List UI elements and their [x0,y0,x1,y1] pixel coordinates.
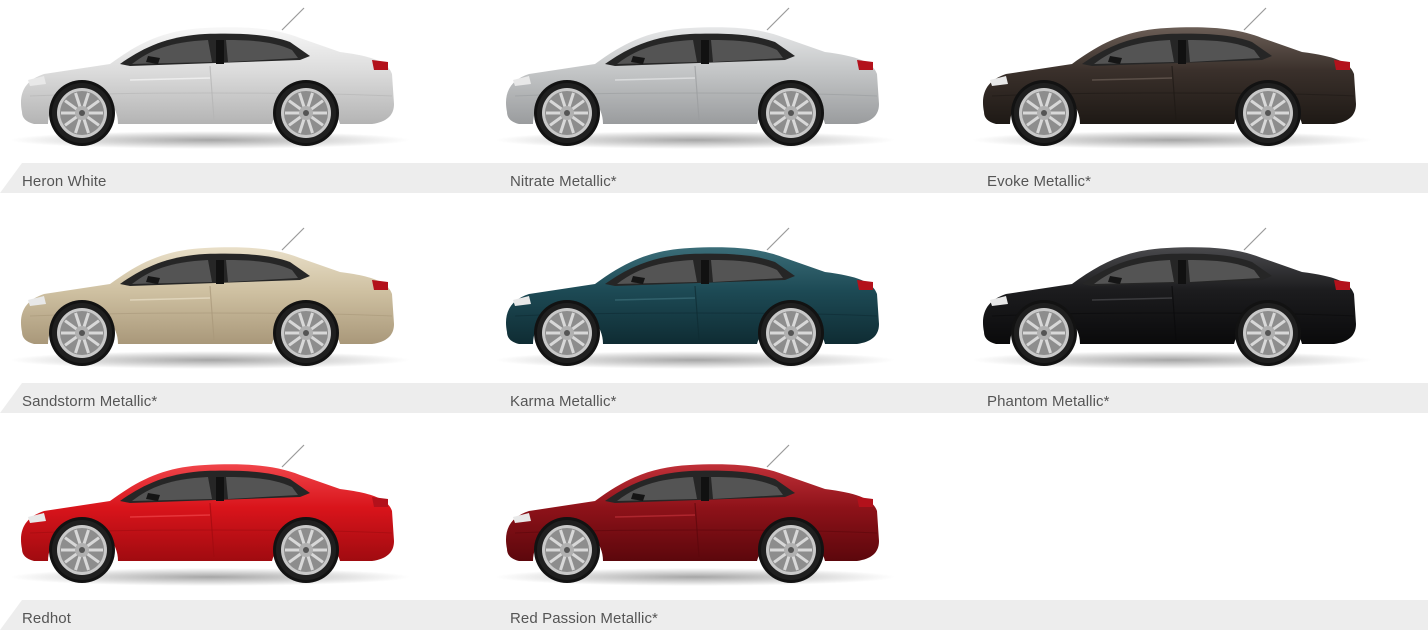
colour-name: Redhot [22,610,71,627]
colour-name: Heron White [22,173,107,190]
car-image [495,7,895,149]
car-image [972,227,1372,369]
wheel [758,80,824,146]
wheel [49,300,115,366]
wheel [1011,80,1077,146]
wheel [534,300,600,366]
wheel [1011,300,1077,366]
wheel [49,80,115,146]
car-image [10,227,410,369]
colour-swatch-evoke-metallic: Evoke Metallic* [962,0,1382,215]
colour-swatch-karma-metallic: Karma Metallic* [485,220,905,435]
wheel [758,517,824,583]
wheel [1235,80,1301,146]
colour-name: Sandstorm Metallic* [22,393,158,410]
colour-name: Evoke Metallic* [987,173,1092,190]
colour-range-page: Heron White Nitrate Metallic* Evoke Meta… [0,0,1428,630]
car-image [495,227,895,369]
wheel [534,517,600,583]
wheel [273,300,339,366]
colour-swatch-sandstorm-metallic: Sandstorm Metallic* [0,220,420,435]
car-image [10,7,410,149]
wheel [49,517,115,583]
colour-swatch-heron-white: Heron White [0,0,420,215]
colour-name: Karma Metallic* [510,393,617,410]
colour-name: Phantom Metallic* [987,393,1110,410]
colour-swatch-phantom-metallic: Phantom Metallic* [962,220,1382,435]
colour-name: Red Passion Metallic* [510,610,658,627]
wheel [534,80,600,146]
colour-swatch-redhot: Redhot [0,437,420,630]
wheel [758,300,824,366]
wheel [273,517,339,583]
wheel [1235,300,1301,366]
colour-swatch-red-passion-metallic: Red Passion Metallic* [485,437,905,630]
colour-name: Nitrate Metallic* [510,173,617,190]
colour-swatch-nitrate-metallic: Nitrate Metallic* [485,0,905,215]
car-image [972,7,1372,149]
car-image [10,444,410,586]
wheel [273,80,339,146]
car-image [495,444,895,586]
